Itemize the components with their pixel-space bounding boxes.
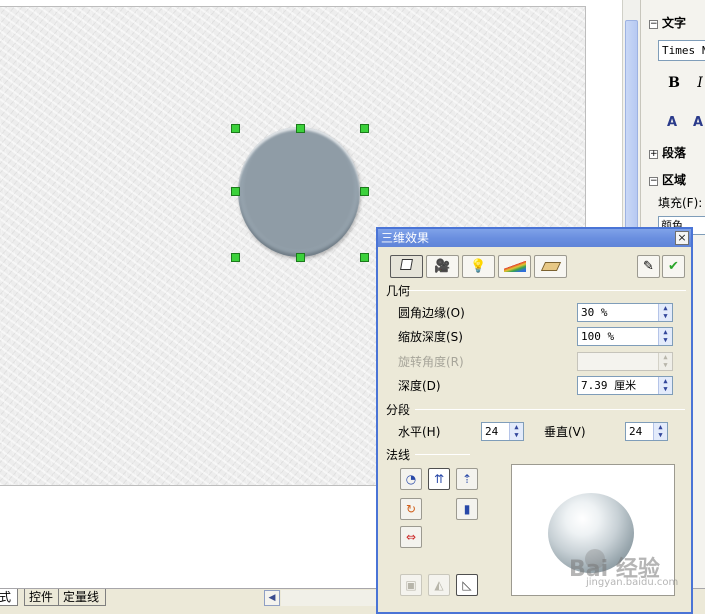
scroll-left-icon[interactable]: ◀	[264, 590, 280, 606]
segments-group-title: 分段	[386, 403, 411, 417]
group-divider	[406, 290, 686, 291]
geometry-tab-button[interactable]	[390, 255, 423, 278]
dialog-title: 三维效果	[381, 231, 430, 245]
horizontal-segments-spinbox[interactable]: 24 ▲ ▼	[481, 422, 524, 441]
object-specific-normals-icon[interactable]: ◔	[400, 468, 422, 490]
depth-label: 深度(D)	[398, 379, 441, 393]
tab-layout[interactable]: 式	[0, 589, 19, 606]
normals-group-title: 法线	[386, 448, 411, 462]
camera-icon: 🎥	[434, 259, 451, 274]
italic-button[interactable]: I	[689, 72, 705, 94]
light-bulb-icon: 💡	[470, 259, 487, 274]
textures-tab-button[interactable]	[498, 255, 531, 278]
pencil-icon: ✎	[643, 259, 654, 274]
material-tab-button[interactable]	[534, 255, 567, 278]
convert-to-3d-icon: ▣	[400, 574, 422, 596]
horizontal-segments-value: 24	[485, 425, 499, 438]
bold-button[interactable]: B	[663, 72, 685, 94]
selection-handle[interactable]	[296, 124, 305, 133]
rounded-edges-value: 30 %	[581, 306, 608, 319]
selection-handle[interactable]	[360, 187, 369, 196]
flat-normals-icon[interactable]: ⇈	[428, 468, 450, 490]
illumination-tab-button[interactable]: 💡	[462, 255, 495, 278]
collapse-icon[interactable]: −	[649, 20, 658, 29]
tab-dimension-lines[interactable]: 定量线	[58, 589, 107, 606]
vertical-segments-value: 24	[629, 425, 643, 438]
selection-handle[interactable]	[360, 124, 369, 133]
lathe-object-icon: ◭	[428, 574, 450, 596]
scaled-depth-label: 缩放深度(S)	[398, 330, 463, 344]
expand-icon[interactable]: +	[649, 150, 658, 159]
assign-button[interactable]: ✎	[637, 255, 660, 278]
spherical-normals-icon[interactable]: ⇡	[456, 468, 478, 490]
perspective-icon[interactable]: ◺	[456, 574, 478, 596]
spin-arrows-icon[interactable]: ▲ ▼	[658, 377, 672, 394]
shadow-text-icon[interactable]: A	[661, 112, 683, 134]
close-icon[interactable]: ×	[675, 231, 689, 245]
tab-controls[interactable]: 控件	[24, 589, 61, 606]
depth-value: 7.39 厘米	[581, 379, 637, 392]
double-sided-illumination-icon[interactable]: ▮	[456, 498, 478, 520]
fill-label: 填充(F):	[658, 196, 703, 210]
3d-shape[interactable]	[238, 127, 360, 257]
apply-button[interactable]: ✔	[662, 255, 685, 278]
spin-arrows-icon: ▲ ▼	[658, 353, 672, 370]
vertical-segments-label: 垂直(V)	[544, 425, 586, 439]
group-divider	[415, 409, 685, 410]
scaled-depth-value: 100 %	[581, 330, 615, 343]
horizontal-scrollbar[interactable]	[281, 590, 377, 606]
selection-handle[interactable]	[231, 124, 240, 133]
double-sided-icon[interactable]: ⇔	[400, 526, 422, 548]
sidebar-section-paragraph[interactable]: + 段落	[649, 144, 686, 162]
group-divider	[415, 454, 470, 455]
spin-arrows-icon[interactable]: ▲ ▼	[653, 423, 667, 440]
selection-handle[interactable]	[231, 253, 240, 262]
font-name-select[interactable]: Times N	[658, 40, 705, 61]
section-label: 文字	[662, 16, 687, 30]
3d-effects-dialog: 三维效果 × 🎥 💡 ✎ ✔ 几何 圆角边缘(O) 30 % ▲ ▼ 缩放深度(S…	[376, 227, 693, 614]
sidebar-section-area[interactable]: − 区域	[649, 171, 686, 189]
selection-handle[interactable]	[231, 187, 240, 196]
section-label: 区域	[662, 173, 687, 187]
outline-text-icon[interactable]: A	[687, 112, 705, 134]
rainbow-texture-icon	[503, 261, 526, 272]
collapse-icon[interactable]: −	[649, 177, 658, 186]
spin-arrows-icon[interactable]: ▲ ▼	[658, 304, 672, 321]
rotation-angle-spinbox: ▲ ▼	[577, 352, 673, 371]
watermark-url: jingyan.baidu.com	[586, 577, 679, 588]
rounded-edges-spinbox[interactable]: 30 % ▲ ▼	[577, 303, 673, 322]
spin-arrows-icon[interactable]: ▲ ▼	[509, 423, 523, 440]
material-icon	[540, 262, 561, 271]
spin-arrows-icon[interactable]: ▲ ▼	[658, 328, 672, 345]
scaled-depth-spinbox[interactable]: 100 % ▲ ▼	[577, 327, 673, 346]
selection-handle[interactable]	[296, 253, 305, 262]
sidebar-section-text[interactable]: − 文字	[649, 14, 686, 32]
vertical-segments-spinbox[interactable]: 24 ▲ ▼	[625, 422, 668, 441]
section-label: 段落	[662, 146, 687, 160]
selection-handle[interactable]	[360, 253, 369, 262]
rotation-angle-label: 旋转角度(R)	[398, 355, 464, 369]
cube-icon	[400, 259, 413, 270]
invert-normals-icon[interactable]: ↻	[400, 498, 422, 520]
horizontal-segments-label: 水平(H)	[398, 425, 441, 439]
dialog-titlebar[interactable]: 三维效果 ×	[378, 229, 691, 247]
rounded-edges-label: 圆角边缘(O)	[398, 306, 465, 320]
depth-spinbox[interactable]: 7.39 厘米 ▲ ▼	[577, 376, 673, 395]
shading-tab-button[interactable]: 🎥	[426, 255, 459, 278]
3d-preview: Bai 经验 jingyan.baidu.com	[511, 464, 679, 596]
